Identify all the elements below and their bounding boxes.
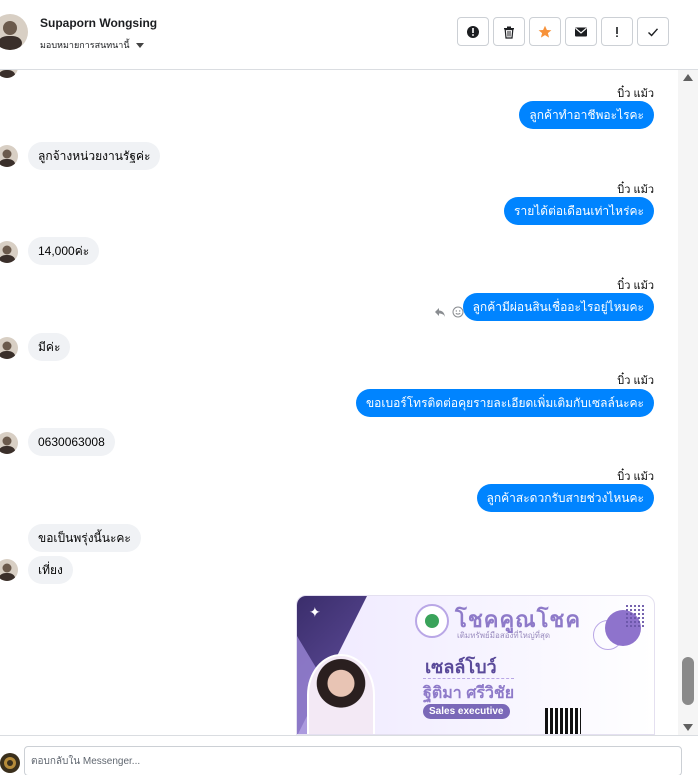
sender-label: บิ๋ว แม้ว xyxy=(617,280,654,292)
outgoing-message[interactable]: ลูกค้ามีผ่อนสินเชื่ออะไรอยู่ไหมคะ xyxy=(462,293,654,321)
incoming-message[interactable]: 0630063008 xyxy=(28,428,115,456)
reply-input[interactable] xyxy=(24,746,682,775)
card-decoration xyxy=(625,604,645,628)
star-button[interactable] xyxy=(529,17,561,46)
contact-message-avatar xyxy=(0,337,18,359)
outgoing-message[interactable]: ลูกค้าทำอาชีพอะไรคะ xyxy=(519,101,654,129)
scroll-up-arrow-icon[interactable] xyxy=(683,74,693,81)
contact-message-avatar xyxy=(0,432,18,454)
sparkle-icon: ✦ xyxy=(309,604,321,620)
card-person-name: ฐิติมา ศรีวิชัย xyxy=(423,678,515,706)
outgoing-message[interactable]: ขอเบอร์โทรติดต่อคุยรายละเอียดเพิ่มเติมกั… xyxy=(355,389,654,417)
sender-label: บิ๋ว แม้ว xyxy=(617,375,654,387)
sender-label: บิ๋ว แม้ว xyxy=(617,88,654,100)
done-button[interactable] xyxy=(637,17,669,46)
mark-unread-button[interactable] xyxy=(565,17,597,46)
incoming-message[interactable]: มีค่ะ xyxy=(28,333,71,361)
scrollbar-thumb[interactable] xyxy=(682,657,694,705)
incoming-message[interactable]: เที่ยง xyxy=(28,556,73,584)
exclamation-icon xyxy=(616,26,618,37)
envelope-icon xyxy=(575,27,587,36)
follow-up-button[interactable] xyxy=(601,17,633,46)
incoming-message[interactable]: 14,000ค่ะ xyxy=(28,237,100,265)
contact-message-avatar xyxy=(0,145,18,167)
trash-icon xyxy=(504,26,514,39)
incoming-message[interactable]: ขอเป็นพรุ่งนี้นะคะ xyxy=(28,524,141,552)
contact-avatar[interactable] xyxy=(0,14,28,50)
page-avatar xyxy=(0,753,20,773)
assign-label: มอบหมายการสนทนานี้ xyxy=(40,40,130,50)
messenger-conversation-panel: Supaporn Wongsing มอบหมายการสนทนานี้ บิ๋… xyxy=(0,0,698,775)
outgoing-message[interactable]: รายได้ต่อเดือนเท่าไหร่คะ xyxy=(504,197,654,225)
delete-button[interactable] xyxy=(493,17,525,46)
scroll-down-arrow-icon[interactable] xyxy=(683,724,693,731)
contact-name: Supaporn Wongsing xyxy=(40,16,158,30)
card-tagline: เติมทรัพย์มือสองที่ใหญ่ที่สุด xyxy=(457,631,551,640)
caret-down-icon xyxy=(135,42,144,48)
incoming-message[interactable]: ลูกจ้างหน่วยงานรัฐค่ะ xyxy=(28,142,161,170)
contact-message-avatar xyxy=(0,241,18,263)
business-card-image[interactable]: ✦ โชคคูณโชค เติมทรัพย์มือสองที่ใหญ่ที่สุ… xyxy=(296,595,655,735)
mark-spam-button[interactable] xyxy=(457,17,489,46)
thread-scrollbar[interactable] xyxy=(678,70,698,735)
contact-message-avatar xyxy=(0,70,18,78)
message-thread[interactable]: บิ๋ว แม้ว ลูกค้าทำอาชีพอะไรคะ ลูกจ้างหน่… xyxy=(0,70,678,735)
salesperson-photo xyxy=(307,654,375,734)
outgoing-message[interactable]: ลูกค้าสะดวกรับสายช่วงไหนคะ xyxy=(476,484,654,512)
reply-composer xyxy=(0,735,698,775)
reply-icon[interactable] xyxy=(434,306,446,318)
header-actions xyxy=(457,17,669,46)
qr-code xyxy=(545,708,581,734)
message-tools xyxy=(434,306,464,318)
alert-circle-icon xyxy=(467,25,479,38)
card-title: เซลล์โบว์ xyxy=(425,657,497,677)
card-role-badge: Sales executive xyxy=(423,704,510,719)
star-icon xyxy=(538,25,552,38)
contact-message-avatar xyxy=(0,559,18,581)
brand-logo xyxy=(415,604,449,638)
sender-label: บิ๋ว แม้ว xyxy=(617,471,654,483)
conversation-header: Supaporn Wongsing มอบหมายการสนทนานี้ xyxy=(0,0,698,70)
check-icon xyxy=(648,27,659,37)
sender-label: บิ๋ว แม้ว xyxy=(617,184,654,196)
assign-conversation-dropdown[interactable]: มอบหมายการสนทนานี้ xyxy=(40,38,144,52)
